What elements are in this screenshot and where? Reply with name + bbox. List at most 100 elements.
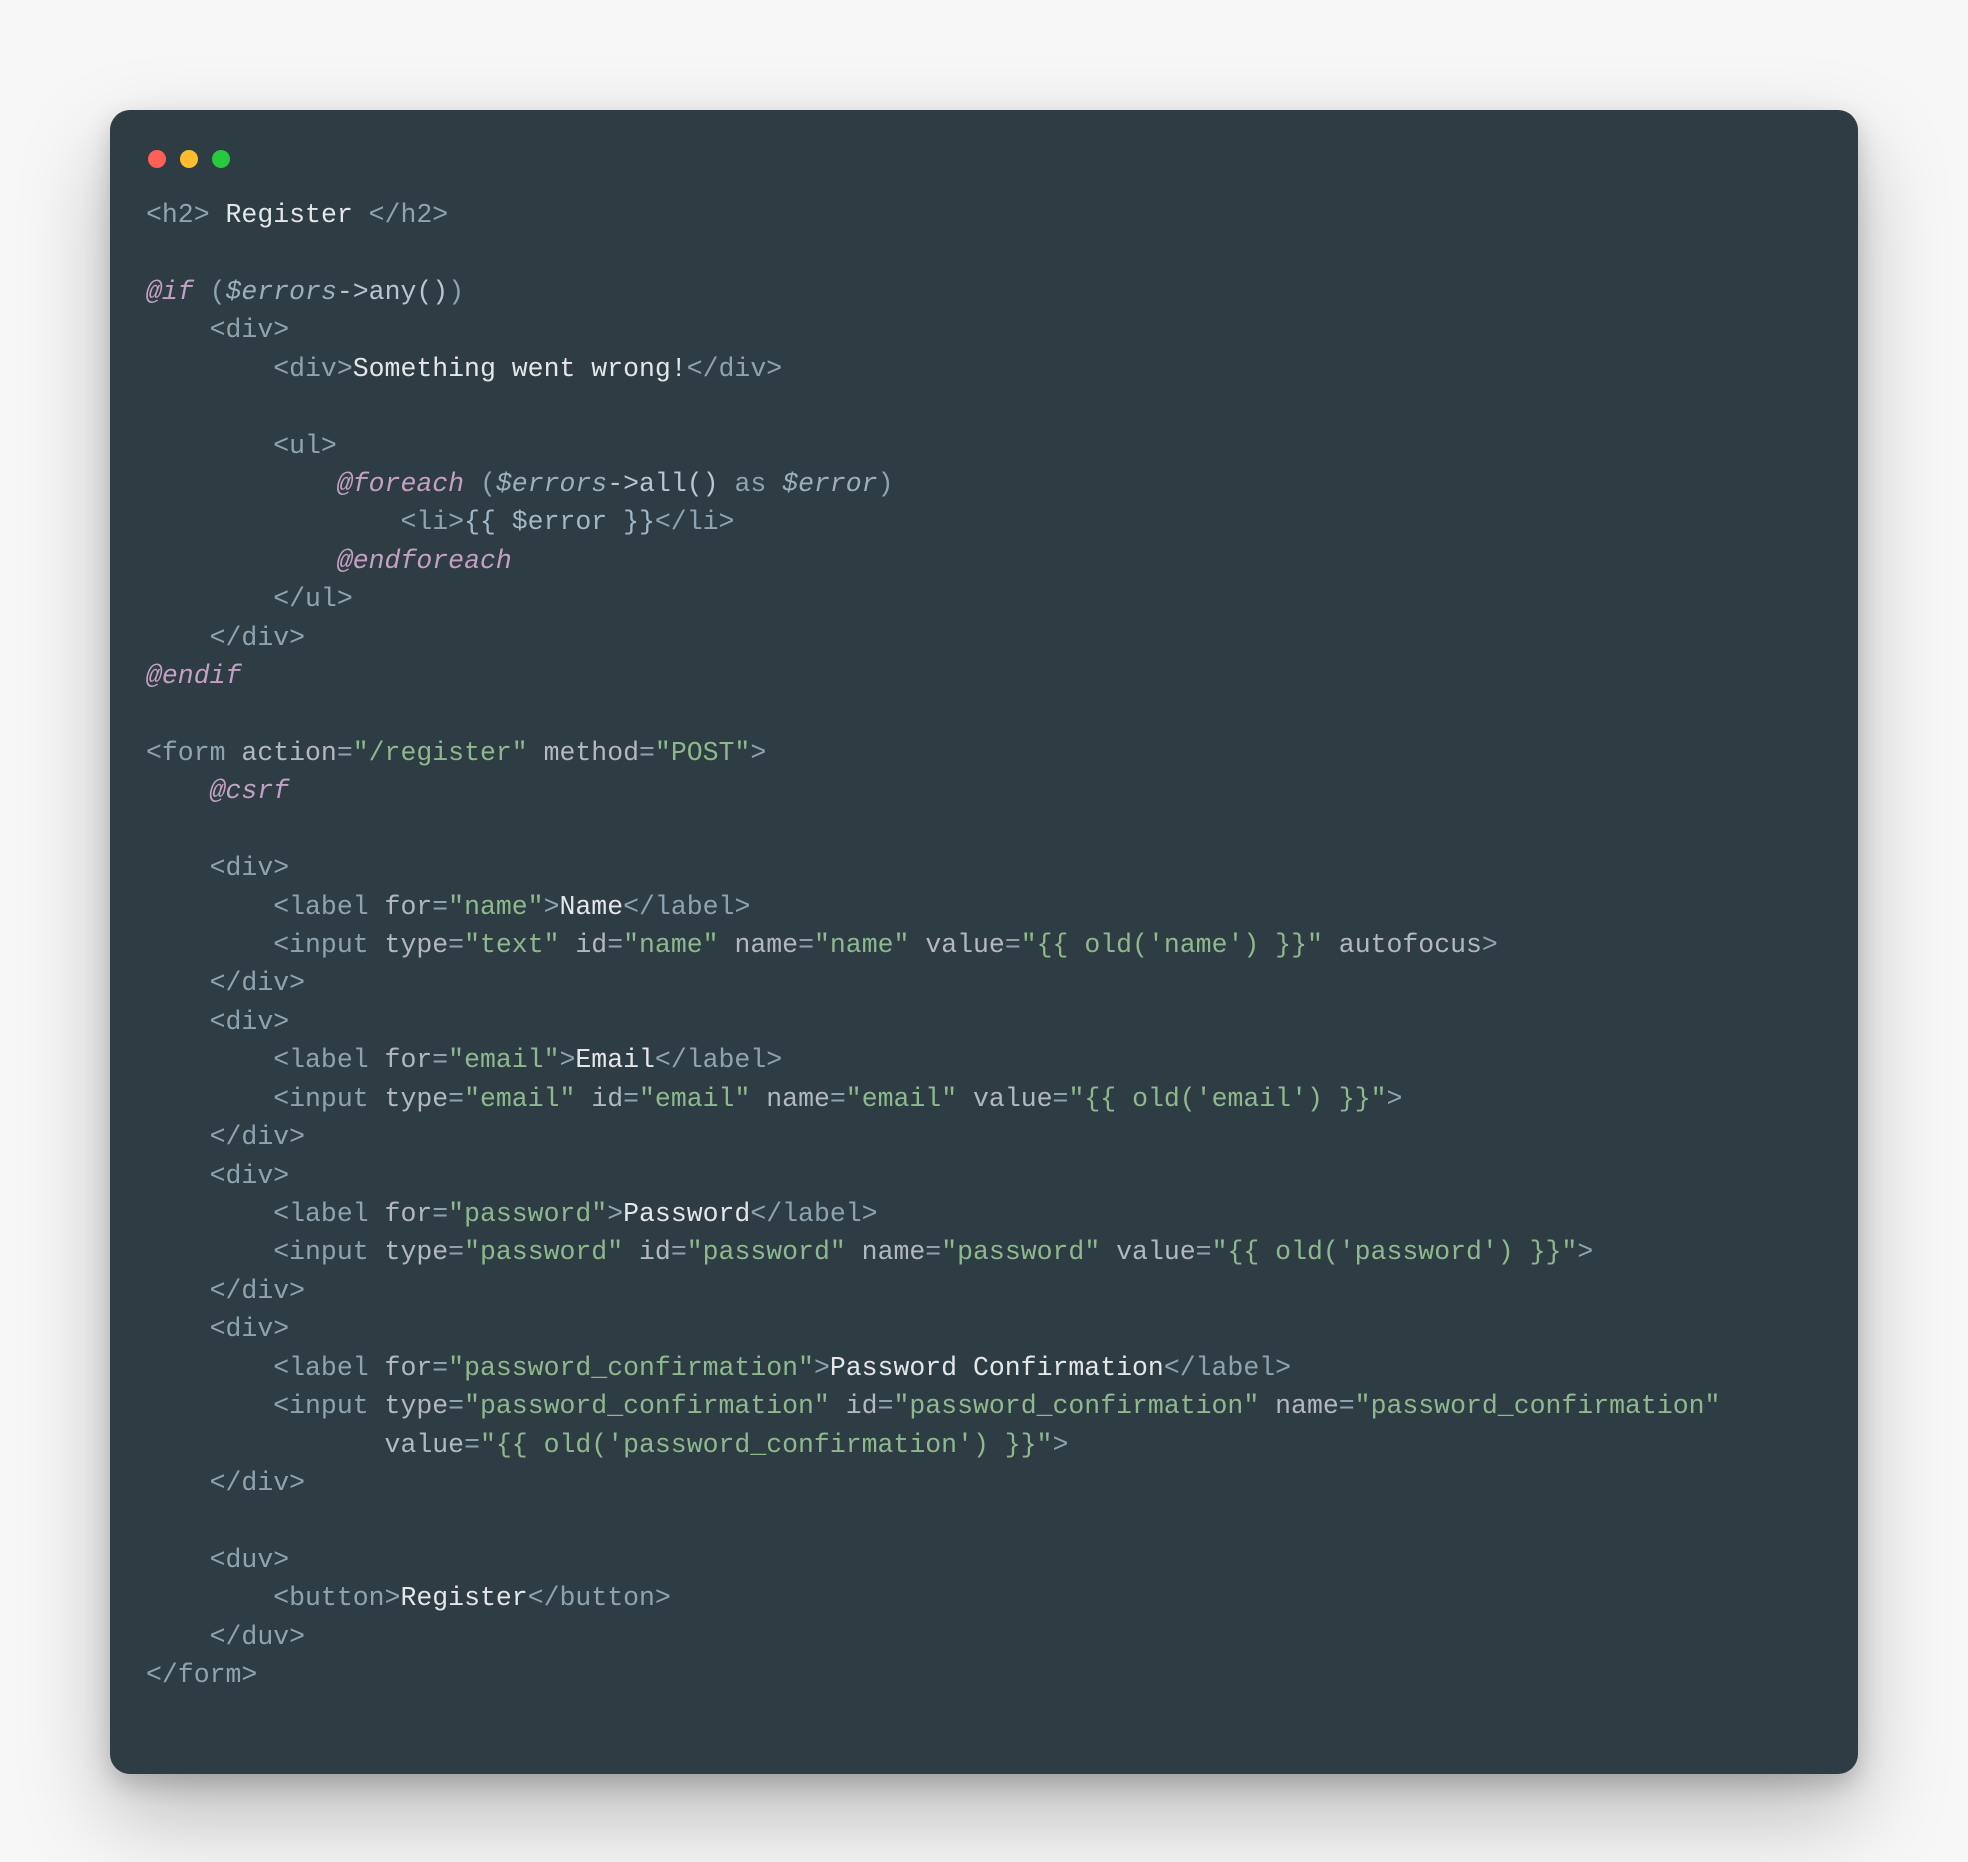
code-token [719,930,735,960]
code-token: ->any() [337,277,448,307]
code-token [575,1084,591,1114]
code-token: Password [623,1199,750,1229]
code-token: = [623,1084,639,1114]
blade-keyword: @endforeach [337,546,512,576]
code-token: <label [146,1045,385,1075]
code-token: = [432,1045,448,1075]
code-token: as [719,469,783,499]
code-token: for [385,892,433,922]
code-token: </div> [146,1122,305,1152]
code-token: "password_confirmation" [893,1391,1259,1421]
code-token: = [432,1199,448,1229]
code-token: > [750,738,766,768]
code-token: = [671,1237,687,1267]
code-token: <li> [146,507,464,537]
code-token: <div> [146,853,289,883]
code-token: </div> [687,354,782,384]
code-token: "name" [623,930,718,960]
code-token: "email" [464,1084,575,1114]
code-token: </div> [146,968,305,998]
code-token: <div> [146,1161,289,1191]
code-token: <input [146,1084,385,1114]
code-token: > [814,1353,830,1383]
code-token: <duv> [146,1545,289,1575]
code-token: </form> [146,1660,257,1690]
code-token: type [385,1084,449,1114]
window-minimize-icon[interactable] [180,150,198,168]
code-token: "email" [448,1045,559,1075]
code-token: "name" [448,892,543,922]
code-token: <div> [146,1314,289,1344]
code-token: = [639,738,655,768]
code-token [1100,1237,1116,1267]
code-token: "{{ old('password') }}" [1212,1237,1578,1267]
code-token: type [385,1237,449,1267]
code-token: ( [194,277,226,307]
code-token: <ul> [146,431,337,461]
code-token: name [766,1084,830,1114]
code-token: <label [146,1199,385,1229]
code-token: "text" [464,930,559,960]
code-token [1323,930,1339,960]
code-token: <div> [146,315,289,345]
code-token: = [1005,930,1021,960]
code-token [146,469,337,499]
code-token: <input [146,1391,385,1421]
code-token: "password_confirmation" [448,1353,814,1383]
code-token: name [734,930,798,960]
code-token: = [925,1237,941,1267]
window-titlebar [146,146,1822,196]
code-token: > [560,1045,576,1075]
code-token: "{{ old('name') }}" [1021,930,1323,960]
code-token: = [337,738,353,768]
window-close-icon[interactable] [148,150,166,168]
code-token: ->all() [607,469,718,499]
code-token: id [575,930,607,960]
code-token: Password Confirmation [830,1353,1164,1383]
code-token: "password_confirmation" [1355,1391,1721,1421]
code-token: <input [146,930,385,960]
code-token: </div> [146,1468,305,1498]
code-token [146,776,210,806]
code-token: value [925,930,1005,960]
code-token: = [448,1391,464,1421]
code-token: name [862,1237,926,1267]
code-token: ) [878,469,894,499]
code-window: <h2> Register </h2> @if ($errors->any())… [110,110,1858,1774]
code-token: = [464,1430,480,1460]
code-token: <label [146,1353,385,1383]
blade-keyword: @foreach [337,469,464,499]
code-token: autofocus [1339,930,1482,960]
code-token: "password" [464,1237,623,1267]
code-token [623,1237,639,1267]
code-token: </label> [623,892,750,922]
blade-keyword: @endif [146,661,241,691]
code-token: value [385,1430,465,1460]
code-token: = [432,1353,448,1383]
code-token: action [241,738,336,768]
code-token: > [1577,1237,1593,1267]
code-token: </button> [528,1583,671,1613]
code-token: id [846,1391,878,1421]
code-token [560,930,576,960]
code-token: "name" [814,930,909,960]
code-token: = [448,1084,464,1114]
window-zoom-icon[interactable] [212,150,230,168]
code-token [528,738,544,768]
code-token: = [878,1391,894,1421]
code-token: <h2> [146,200,210,230]
code-token: "password_confirmation" [464,1391,830,1421]
code-token: = [607,930,623,960]
code-token: $errors [226,277,337,307]
code-block[interactable]: <h2> Register </h2> @if ($errors->any())… [146,196,1822,1694]
blade-keyword: @if [146,277,194,307]
code-token: name [1275,1391,1339,1421]
code-token: = [448,930,464,960]
code-token: "password" [448,1199,607,1229]
code-token [846,1237,862,1267]
code-token: <input [146,1237,385,1267]
code-token: Email [575,1045,655,1075]
code-token: > [1052,1430,1068,1460]
code-token: <div> [146,1007,289,1037]
code-token: = [432,892,448,922]
